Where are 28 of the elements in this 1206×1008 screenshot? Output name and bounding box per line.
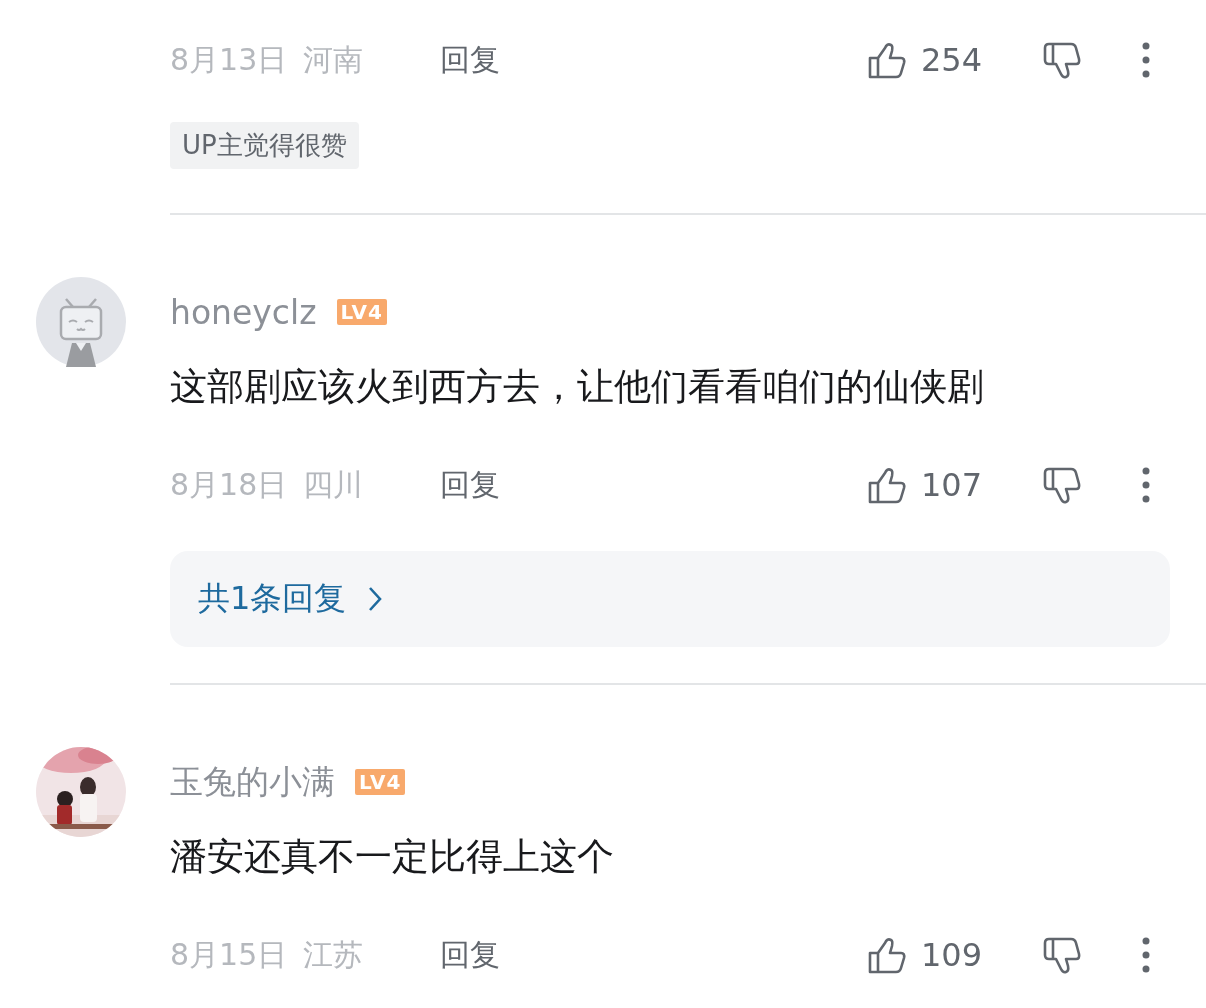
like-count: 109 — [921, 936, 984, 974]
thumbs-up-icon[interactable] — [867, 465, 907, 505]
like-count: 107 — [921, 466, 984, 504]
comment-region: 四川 — [303, 465, 364, 504]
comment-text: 潘安还真不一定比得上这个 — [170, 834, 615, 880]
reply-button[interactable]: 回复 — [440, 39, 500, 81]
comment-date: 8月18日 — [170, 465, 288, 504]
comment-region: 江苏 — [303, 935, 364, 974]
thumbs-up-icon[interactable] — [867, 40, 907, 80]
default-avatar[interactable] — [36, 277, 126, 367]
more-icon[interactable] — [1141, 937, 1151, 973]
more-icon[interactable] — [1141, 467, 1151, 503]
comment-text: 这部剧应该火到西方去，让他们看看咱们的仙侠剧 — [170, 364, 985, 410]
level-badge: LV4 — [336, 299, 387, 325]
view-replies-button[interactable]: 共1条回复 — [170, 551, 1170, 647]
comment-region: 河南 — [303, 40, 364, 79]
comment-date: 8月13日 — [170, 40, 288, 79]
username[interactable]: 玉兔的小满 — [170, 759, 335, 805]
comment-date: 8月15日 — [170, 935, 288, 974]
like-count: 254 — [921, 41, 984, 79]
reply-button[interactable]: 回复 — [440, 934, 500, 976]
chevron-right-icon — [368, 586, 383, 612]
thumbs-up-icon[interactable] — [867, 935, 907, 975]
more-icon[interactable] — [1141, 42, 1151, 78]
up-liked-tag: UP主觉得很赞 — [170, 122, 359, 169]
level-badge: LV4 — [355, 769, 406, 795]
reply-button[interactable]: 回复 — [440, 464, 500, 506]
username[interactable]: honeyclz — [170, 292, 317, 332]
